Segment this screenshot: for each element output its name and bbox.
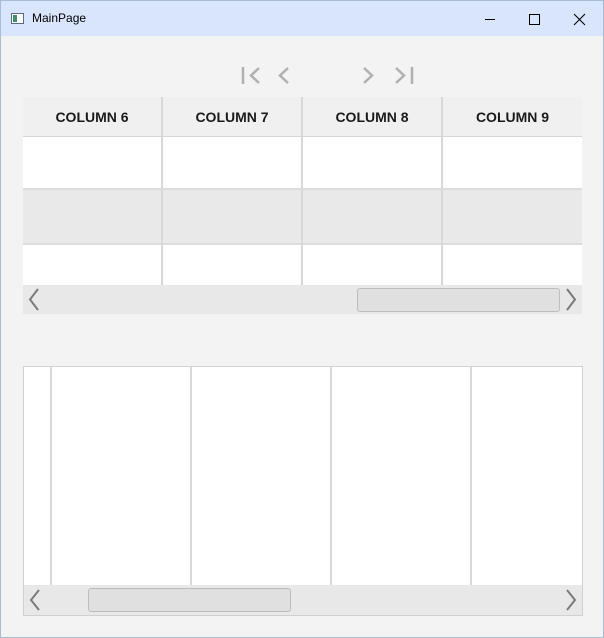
main-window: MainPage COLUMN 6 COLUMN 7 COLUMN 8 COLU… [0,0,604,638]
column-header-9[interactable]: COLUMN 9 [443,97,582,136]
column-header-6[interactable]: COLUMN 6 [23,97,161,136]
last-page-button[interactable] [391,63,417,89]
column-divider [190,367,192,585]
next-page-icon [363,67,374,84]
column-divider [330,367,332,585]
maximize-button[interactable] [512,1,557,36]
next-page-button[interactable] [357,63,383,89]
app-icon [11,13,24,24]
previous-page-button[interactable] [272,63,298,89]
previous-page-icon [278,67,289,84]
horizontal-scrollbar-top[interactable] [23,285,582,314]
minimize-button[interactable] [467,1,512,36]
column-header-8[interactable]: COLUMN 8 [303,97,441,136]
scroll-right-button[interactable] [560,285,582,314]
first-page-button[interactable] [238,63,264,89]
close-icon [573,13,586,26]
column-divider [441,97,443,285]
scroll-left-button[interactable] [24,585,46,615]
horizontal-scrollbar-bottom[interactable] [24,585,582,615]
column-divider [50,367,52,585]
data-grid-bottom [23,366,583,616]
scroll-right-button[interactable] [560,585,582,615]
first-page-icon [241,67,260,84]
column-divider [161,97,163,285]
window-title: MainPage [32,11,87,25]
column-divider [470,367,472,585]
data-grid-top: COLUMN 6 COLUMN 7 COLUMN 8 COLUMN 9 [23,97,582,314]
chevron-right-icon [566,288,577,311]
pager [1,63,603,89]
title-bar[interactable]: MainPage [1,1,603,36]
scrollbar-thumb[interactable] [357,288,560,312]
column-divider [301,97,303,285]
last-page-icon [395,67,414,84]
chevron-left-icon [29,589,40,611]
scrollbar-thumb[interactable] [88,588,291,612]
close-button[interactable] [557,1,602,36]
minimize-icon [485,19,495,20]
maximize-icon [529,14,540,25]
chevron-left-icon [28,288,39,311]
scroll-left-button[interactable] [23,285,45,314]
chevron-right-icon [566,589,577,611]
column-header-7[interactable]: COLUMN 7 [163,97,301,136]
